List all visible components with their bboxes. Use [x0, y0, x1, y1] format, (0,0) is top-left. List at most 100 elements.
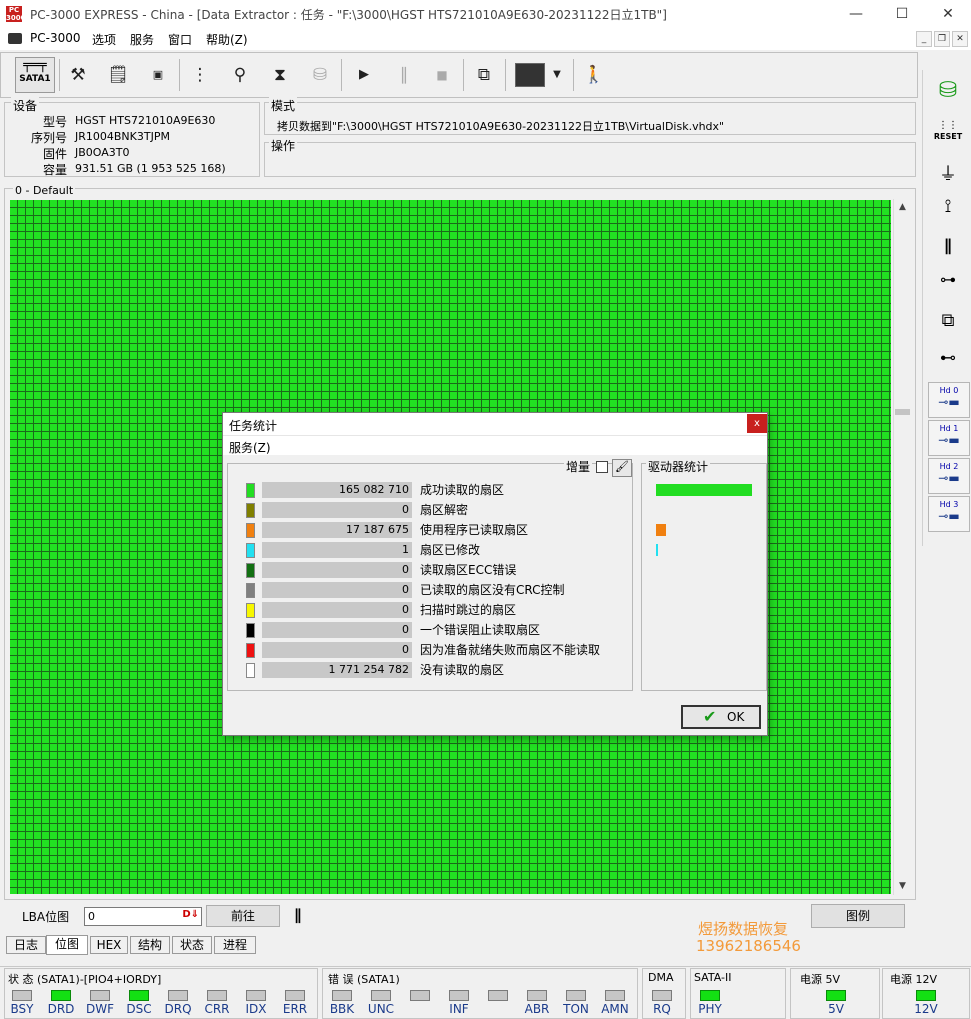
- scroll-up-icon[interactable]: ▲: [894, 199, 911, 216]
- device-group: 设备 型号 HGST HTS721010A9E630 序列号 JR1004BNK…: [4, 97, 260, 177]
- status-led: [332, 990, 352, 1001]
- hd-button-2[interactable]: Hd 2 ⊸▬: [928, 458, 970, 494]
- sata1-label: SATA1: [19, 74, 51, 84]
- percent-100-icon[interactable]: ▣: [143, 59, 173, 91]
- connector-icon[interactable]: ⊶: [930, 270, 966, 289]
- status-led-label: CRR: [204, 1002, 230, 1016]
- status-led-label: BSY: [10, 1002, 34, 1016]
- tab-hex[interactable]: HEX: [90, 936, 128, 954]
- ok-label: OK: [727, 710, 745, 724]
- copy-close-icon[interactable]: ⧉: [930, 310, 966, 331]
- disk-remove-icon[interactable]: ⛁: [305, 59, 335, 91]
- operation-group-label: 操作: [269, 137, 298, 154]
- binoculars-icon[interactable]: ⚲: [225, 59, 255, 91]
- right-pause-icon[interactable]: ∥: [930, 236, 966, 255]
- tab-status[interactable]: 状态: [172, 936, 212, 954]
- status-led-label: AMN: [601, 1002, 629, 1016]
- hd-button-3[interactable]: Hd 3 ⊸▬: [928, 496, 970, 532]
- close-icon[interactable]: ✕: [938, 4, 958, 24]
- menu-pc3000[interactable]: PC-3000: [30, 31, 80, 45]
- drive-stat-bar: [656, 524, 666, 536]
- capacity-value: 931.51 GB (1 953 525 168): [75, 162, 226, 175]
- copy-windows-icon[interactable]: ⧉: [469, 59, 499, 91]
- stat-color-swatch: [246, 583, 255, 598]
- go-button[interactable]: 前往: [206, 905, 280, 927]
- ok-button[interactable]: ✔ OK: [681, 705, 761, 729]
- hd-label: Hd 0: [939, 386, 959, 395]
- minimize-icon[interactable]: —: [846, 4, 866, 24]
- mdi-close-icon[interactable]: ✕: [952, 31, 968, 47]
- lba-jump-icon[interactable]: D⇓: [182, 909, 199, 920]
- cable-icon[interactable]: ⊷: [930, 348, 966, 367]
- menu-service[interactable]: 服务: [130, 31, 154, 48]
- maximize-icon[interactable]: ☐: [892, 4, 912, 24]
- tab-log[interactable]: 日志: [6, 936, 46, 954]
- stop-icon[interactable]: ■: [427, 59, 457, 91]
- checkmark-icon: ✔: [703, 707, 717, 726]
- dialog-close-icon[interactable]: x: [747, 414, 767, 433]
- tools-icon[interactable]: ⚒: [63, 59, 93, 91]
- status-led-label: RQ: [653, 1002, 671, 1016]
- mdi-minimize-icon[interactable]: _: [916, 31, 932, 47]
- disk-database-icon[interactable]: ⛁: [930, 78, 966, 110]
- menu-bar: PC-3000 选项 服务 窗口 帮助(Z) _ ❐ ✕: [0, 28, 971, 50]
- incremental-checkbox[interactable]: [596, 461, 608, 473]
- status-led-label: DRD: [47, 1002, 75, 1016]
- brush-icon[interactable]: 🖌: [612, 459, 632, 477]
- stat-color-swatch: [246, 623, 255, 638]
- sata1-port-button[interactable]: ╤═╤ SATA1: [15, 57, 55, 93]
- dialog-menu-service[interactable]: 服务(Z): [229, 439, 271, 456]
- menu-window[interactable]: 窗口: [168, 31, 192, 48]
- stat-value: 0: [262, 582, 412, 598]
- exit-icon[interactable]: 🚶: [579, 59, 609, 91]
- firmware-label: 固件: [43, 147, 68, 161]
- stat-label: 因为准备就绪失败而扇区不能读取: [420, 643, 601, 657]
- hd-button-0[interactable]: Hd 0 ⊸▬: [928, 382, 970, 418]
- status-led-label: 12V: [914, 1002, 938, 1016]
- stat-label: 成功读取的扇区: [420, 483, 505, 497]
- stat-color-swatch: [246, 643, 255, 658]
- status-led-label: BBK: [329, 1002, 355, 1016]
- tab-bitmap[interactable]: 位图: [46, 935, 88, 955]
- status-led-label: DWF: [85, 1002, 114, 1016]
- status-led: [90, 990, 110, 1001]
- scroll-thumb[interactable]: [895, 409, 910, 415]
- screen-icon[interactable]: [515, 63, 545, 87]
- reset-label: RESET: [933, 132, 963, 141]
- model-value: HGST HTS721010A9E630: [75, 114, 216, 127]
- status-led-label: INF: [449, 1002, 469, 1016]
- toolbar: ╤═╤ SATA1 ⚒ 🗒 ▣ ⋮ ⚲ ⧗ ⛁ ▶ ∥ ■ ⧉ ▼ 🚶: [0, 52, 918, 98]
- reset-button[interactable]: ⋮⋮ RESET: [930, 120, 966, 148]
- pause-toolbar-icon[interactable]: ∥: [389, 59, 419, 91]
- hourglass-icon[interactable]: ⧗: [265, 59, 295, 91]
- tab-process[interactable]: 进程: [214, 936, 256, 954]
- status-led-label: ABR: [524, 1002, 550, 1016]
- lba-input[interactable]: 0 D⇓: [84, 907, 202, 926]
- map-pause-icon[interactable]: ∥: [294, 906, 302, 924]
- power-cable-icon[interactable]: ⏚: [930, 160, 966, 186]
- stats-panel: 增量 🖌 165 082 710 成功读取的扇区 0 扇区解密 17 187 675 使用…: [227, 458, 633, 691]
- scroll-down-icon[interactable]: ▼: [894, 878, 911, 895]
- stat-value: 1 771 254 782: [262, 662, 412, 678]
- hd-button-1[interactable]: Hd 1 ⊸▬: [928, 420, 970, 456]
- power12-label: 电源 12V: [890, 973, 938, 986]
- tab-structure[interactable]: 结构: [130, 936, 170, 954]
- hd-port-icon: ⊸▬: [938, 395, 960, 409]
- firmware-value: JB0OA3T0: [75, 146, 130, 159]
- title-bar: PC 3000 PC-3000 EXPRESS - China - [Data E…: [0, 0, 971, 28]
- mdi-restore-icon[interactable]: ❐: [934, 31, 950, 47]
- hd-port-icon: ⊸▬: [938, 509, 960, 523]
- menu-help[interactable]: 帮助(Z): [206, 31, 248, 48]
- dropdown-arrow-icon[interactable]: ▼: [545, 59, 569, 91]
- tree-icon[interactable]: ⋮: [185, 59, 215, 91]
- legend-button[interactable]: 图例: [811, 904, 905, 928]
- passport-icon[interactable]: 🗒: [103, 59, 133, 91]
- window-title: PC-3000 EXPRESS - China - [Data Extracto…: [30, 8, 667, 22]
- stat-color-swatch: [246, 603, 255, 618]
- pc3000-menu-icon: [8, 33, 22, 44]
- motor-icon[interactable]: ⟟: [930, 196, 966, 217]
- play-icon[interactable]: ▶: [349, 59, 379, 91]
- map-scrollbar[interactable]: ▲ ▼: [893, 199, 910, 895]
- status-led-label: UNC: [367, 1002, 395, 1016]
- menu-options[interactable]: 选项: [92, 31, 116, 48]
